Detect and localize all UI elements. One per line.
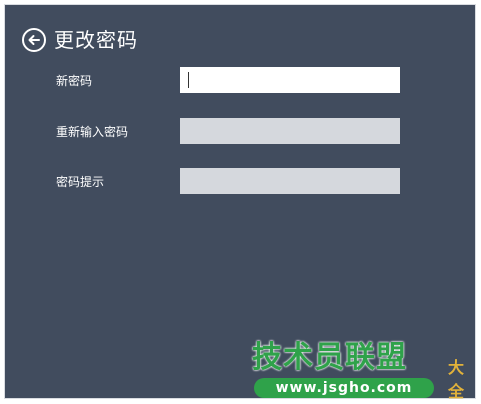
new-password-label: 新密码	[56, 73, 93, 88]
watermark-extra: 大全	[448, 358, 465, 401]
back-button[interactable]	[22, 28, 46, 52]
page-header: 更改密码	[22, 27, 138, 53]
page-title: 更改密码	[54, 28, 138, 52]
text-caret	[188, 72, 189, 88]
watermark: 技术员联盟 大全 www.jsgho.com	[248, 326, 478, 402]
confirm-password-input[interactable]	[180, 118, 400, 144]
new-password-input[interactable]	[180, 67, 400, 93]
password-hint-row: 密码提示	[56, 168, 400, 194]
password-hint-label: 密码提示	[56, 174, 105, 189]
confirm-password-row: 重新输入密码	[56, 118, 400, 144]
new-password-row: 新密码	[56, 67, 400, 93]
arrow-left-circle-icon	[28, 35, 40, 45]
watermark-url: www.jsgho.com	[254, 378, 434, 398]
confirm-password-label: 重新输入密码	[56, 124, 129, 139]
watermark-title: 技术员联盟	[252, 340, 407, 375]
password-hint-input[interactable]	[180, 168, 400, 194]
